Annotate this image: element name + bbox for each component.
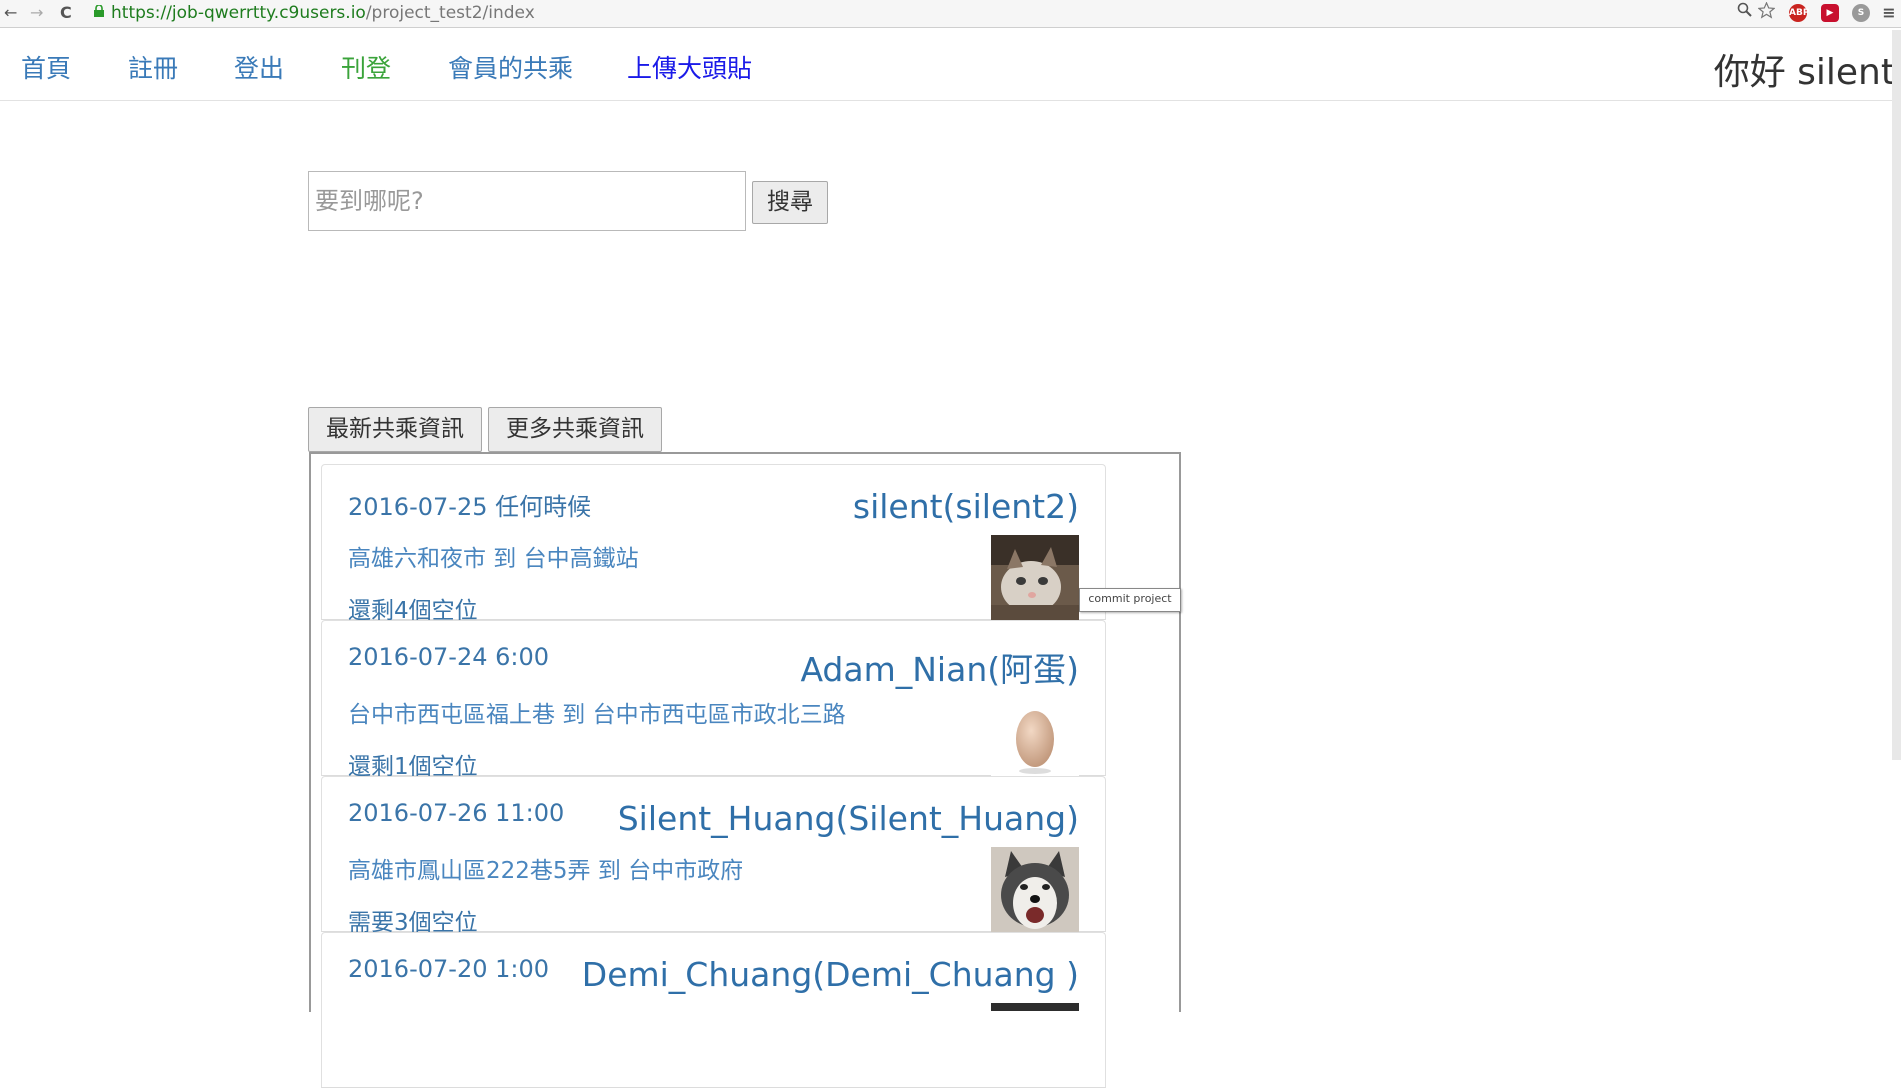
bookmark-star-icon[interactable]: [1758, 2, 1775, 19]
dark-photo-icon[interactable]: [991, 1003, 1079, 1011]
user-greeting: 你好 silent: [1713, 52, 1895, 93]
scrollbar[interactable]: [1892, 30, 1901, 760]
forward-arrow-icon[interactable]: →: [30, 3, 43, 23]
ride-datetime: 2016-07-24 6:00: [348, 643, 549, 671]
ride-username[interactable]: Demi_Chuang(Demi_Chuang ): [582, 955, 1079, 994]
url-path: /project_test2/index: [365, 3, 535, 23]
nav-register[interactable]: 註冊: [128, 49, 178, 85]
tab-latest-rides[interactable]: 最新共乘資訊: [308, 407, 482, 452]
nav-logout[interactable]: 登出: [234, 49, 284, 85]
ride-route: 高雄市鳳山區222巷5弄 到 台中市政府: [348, 858, 744, 884]
back-arrow-icon[interactable]: ←: [4, 3, 17, 23]
ride-username[interactable]: silent(silent2): [853, 487, 1079, 526]
url-host: https://job-qwerrtty.c9users.io: [111, 3, 366, 23]
search-input[interactable]: [308, 171, 746, 231]
nav-home[interactable]: 首頁: [21, 49, 71, 85]
browser-toolbar: ← → C https://job-qwerrtty.c9users.io/pr…: [0, 0, 1901, 28]
extension-s-icon[interactable]: S: [1852, 4, 1870, 22]
extension-play-icon[interactable]: ▶: [1821, 4, 1839, 22]
ride-datetime: 2016-07-26 11:00: [348, 799, 565, 827]
tooltip: commit project: [1079, 588, 1181, 612]
ride-card[interactable]: 2016-07-26 11:00 高雄市鳳山區222巷5弄 到 台中市政府 需要…: [321, 776, 1106, 936]
egg-icon[interactable]: [991, 691, 1079, 777]
ride-card[interactable]: 2016-07-24 6:00 台中市西屯區福上巷 到 台中市西屯區市政北三路 …: [321, 620, 1106, 780]
husky-icon[interactable]: [991, 847, 1079, 933]
top-navbar: 首頁 註冊 登出 刊登 會員的共乘 上傳大頭貼 你好 silent: [0, 29, 1901, 101]
reload-icon[interactable]: C: [60, 3, 72, 23]
lock-icon: [94, 5, 104, 17]
nav-upload-avatar[interactable]: 上傳大頭貼: [627, 49, 752, 85]
menu-icon[interactable]: ≡: [1880, 4, 1898, 22]
ride-route: 台中市西屯區福上巷 到 台中市西屯區市政北三路: [348, 702, 846, 728]
search-button[interactable]: 搜尋: [752, 181, 828, 224]
ride-username[interactable]: Silent_Huang(Silent_Huang): [618, 799, 1079, 838]
zoom-icon[interactable]: [1737, 2, 1753, 18]
address-bar[interactable]: https://job-qwerrtty.c9users.io/project_…: [111, 3, 535, 23]
kitten-icon[interactable]: [991, 535, 1079, 621]
nav-member-rides[interactable]: 會員的共乘: [448, 49, 573, 85]
ride-list-panel: 2016-07-25 任何時候 高雄六和夜市 到 台中高鐵站 還剩4個空位 si…: [309, 452, 1181, 1088]
ride-card[interactable]: 2016-07-20 1:00 Demi_Chuang(Demi_Chuang …: [321, 932, 1106, 1088]
ride-datetime: 2016-07-20 1:00: [348, 955, 549, 983]
ride-username[interactable]: Adam_Nian(阿蛋): [800, 643, 1079, 691]
nav-post[interactable]: 刊登: [341, 49, 391, 85]
tab-more-rides[interactable]: 更多共乘資訊: [488, 407, 662, 452]
ride-route: 高雄六和夜市 到 台中高鐵站: [348, 546, 639, 572]
ride-datetime: 2016-07-25 任何時候: [348, 493, 592, 521]
adblock-icon[interactable]: ABP: [1789, 4, 1809, 22]
ride-card[interactable]: 2016-07-25 任何時候 高雄六和夜市 到 台中高鐵站 還剩4個空位 si…: [321, 464, 1106, 624]
